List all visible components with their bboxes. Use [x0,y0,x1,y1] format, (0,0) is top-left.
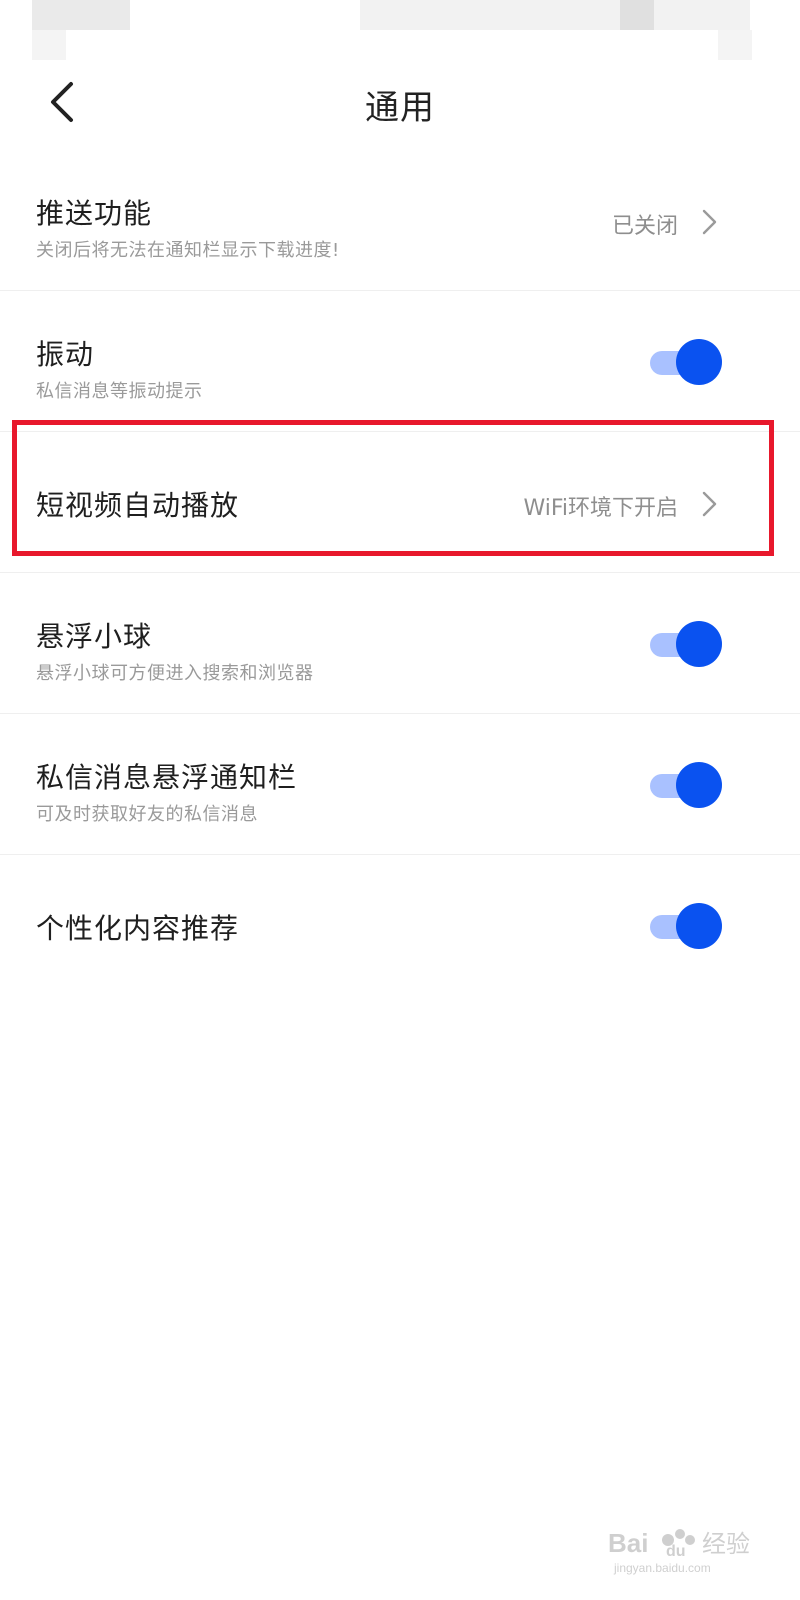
setting-row-dm-notification: 私信消息悬浮通知栏 可及时获取好友的私信消息 [0,714,800,855]
setting-row-autoplay[interactable]: 短视频自动播放 WiFi环境下开启 [0,432,800,573]
setting-title: 私信消息悬浮通知栏 [36,761,298,794]
setting-subtitle: 关闭后将无法在通知栏显示下载进度! [36,240,340,261]
personalized-toggle[interactable] [650,903,722,949]
setting-row-vibration: 振动 私信消息等振动提示 [0,291,800,432]
toggle-knob [676,762,722,808]
vibration-toggle[interactable] [650,339,722,385]
chevron-right-icon [702,491,717,517]
status-blur-left [32,0,130,30]
svg-text:经验: 经验 [702,1530,750,1558]
svg-text:du: du [666,1543,686,1560]
settings-page: 通用 推送功能 关闭后将无法在通知栏显示下载进度! 已关闭 振动 私信消息等振动… [0,0,800,1600]
toggle-knob [676,903,722,949]
setting-title: 个性化内容推荐 [36,912,240,945]
setting-subtitle: 悬浮小球可方便进入搜索和浏览器 [36,663,314,684]
toggle-knob [676,621,722,667]
setting-title: 推送功能 [36,197,153,230]
floating-ball-toggle[interactable] [650,621,722,667]
setting-title: 振动 [36,338,95,371]
watermark-logo-icon: Bai du 经验 jingyan.baidu.com [608,1528,750,1575]
setting-value: WiFi环境下开启 [523,496,678,521]
setting-row-floating-ball: 悬浮小球 悬浮小球可方便进入搜索和浏览器 [0,573,800,714]
settings-list: 推送功能 关闭后将无法在通知栏显示下载进度! 已关闭 振动 私信消息等振动提示 … [0,150,800,996]
header: 通用 [0,64,800,144]
baidu-jingyan-watermark: Bai du 经验 jingyan.baidu.com [606,1518,756,1578]
svg-text:Bai: Bai [608,1528,648,1558]
setting-row-personalized: 个性化内容推荐 [0,855,800,996]
status-blur-right-3 [718,30,752,60]
setting-title: 短视频自动播放 [36,489,240,522]
dm-notification-toggle[interactable] [650,762,722,808]
status-blur-right-2 [620,0,654,30]
chevron-right-icon [702,209,717,235]
status-blur-right [360,0,750,30]
status-blur-left-2 [32,30,66,60]
svg-text:jingyan.baidu.com: jingyan.baidu.com [613,1561,711,1575]
toggle-knob [676,339,722,385]
setting-title: 悬浮小球 [36,620,153,653]
status-bar [0,0,800,64]
setting-value: 已关闭 [611,214,678,239]
setting-row-push[interactable]: 推送功能 关闭后将无法在通知栏显示下载进度! 已关闭 [0,150,800,291]
page-title: 通用 [365,88,435,128]
setting-subtitle: 可及时获取好友的私信消息 [36,804,258,825]
setting-subtitle: 私信消息等振动提示 [36,381,203,402]
